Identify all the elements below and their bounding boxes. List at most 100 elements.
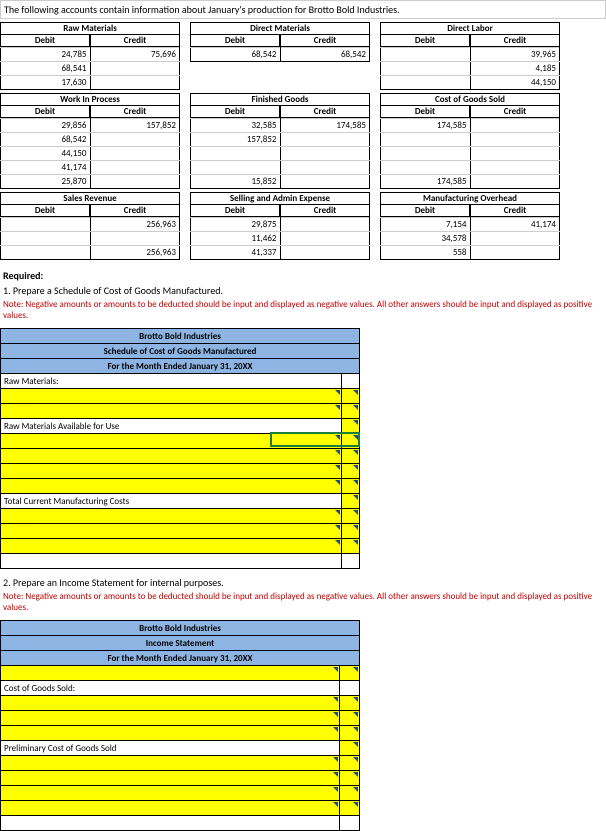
debit-cell[interactable] — [1, 232, 91, 246]
credit-cell[interactable] — [280, 147, 370, 161]
debit-cell[interactable]: 68,542 — [191, 48, 281, 62]
account-title: Direct Labor — [380, 22, 560, 34]
account-title: Work In Process — [0, 93, 180, 105]
credit-cell[interactable] — [470, 147, 560, 161]
debit-header: Debit — [190, 105, 280, 118]
sched-title: Schedule of Cost of Goods Manufactured — [1, 344, 360, 359]
debit-cell[interactable] — [381, 48, 471, 62]
debit-header: Debit — [380, 105, 470, 118]
account-title: Direct Materials — [190, 22, 370, 34]
req2-text: 2. Prepare an Income Statement for inter… — [0, 575, 606, 590]
credit-cell[interactable] — [280, 232, 370, 246]
debit-cell[interactable]: 34,578 — [381, 232, 471, 246]
credit-cell[interactable] — [470, 175, 560, 189]
debit-cell[interactable]: 11,462 — [191, 232, 281, 246]
account-title: Raw Materials — [0, 22, 180, 34]
credit-cell[interactable]: 157,852 — [90, 119, 180, 133]
debit-header: Debit — [0, 34, 90, 47]
debit-cell[interactable] — [191, 161, 281, 175]
credit-cell[interactable] — [90, 161, 180, 175]
req1-text: 1. Prepare a Schedule of Cost of Goods M… — [0, 283, 606, 298]
debit-cell[interactable]: 29,875 — [191, 218, 281, 232]
t-account: Cost of Goods Sold DebitCredit 174,58517… — [380, 93, 560, 189]
account-title: Sales Revenue — [0, 192, 180, 204]
credit-cell[interactable] — [280, 161, 370, 175]
debit-cell[interactable]: 32,585 — [191, 119, 281, 133]
credit-cell[interactable]: 256,963 — [90, 246, 180, 260]
credit-cell[interactable]: 41,174 — [470, 218, 560, 232]
account-title: Finished Goods — [190, 93, 370, 105]
debit-cell[interactable]: 17,630 — [1, 76, 91, 90]
schedule-table[interactable]: Brotto Bold Industries Schedule of Cost … — [0, 328, 360, 569]
credit-cell[interactable] — [90, 232, 180, 246]
t-account: Sales Revenue DebitCredit 256,963256,963 — [0, 192, 180, 260]
credit-cell[interactable] — [280, 175, 370, 189]
credit-cell[interactable] — [280, 133, 370, 147]
debit-cell[interactable]: 157,852 — [191, 133, 281, 147]
debit-header: Debit — [190, 204, 280, 217]
credit-header: Credit — [470, 105, 560, 118]
credit-cell[interactable] — [90, 62, 180, 76]
income-table[interactable]: Brotto Bold Industries Income Statement … — [0, 620, 360, 831]
debit-cell[interactable] — [1, 218, 91, 232]
t-account: Direct Labor DebitCredit 39,9654,18544,1… — [380, 22, 560, 90]
debit-cell[interactable]: 44,150 — [1, 147, 91, 161]
credit-cell[interactable] — [280, 246, 370, 260]
debit-cell[interactable] — [381, 76, 471, 90]
debit-cell[interactable]: 174,585 — [381, 175, 471, 189]
debit-cell[interactable] — [381, 133, 471, 147]
debit-header: Debit — [380, 34, 470, 47]
credit-header: Credit — [280, 34, 370, 47]
credit-cell[interactable] — [470, 232, 560, 246]
t-account: Finished Goods DebitCredit 32,585174,585… — [190, 93, 370, 189]
credit-cell[interactable]: 174,585 — [280, 119, 370, 133]
credit-cell[interactable] — [470, 119, 560, 133]
credit-cell[interactable] — [280, 218, 370, 232]
debit-cell[interactable] — [381, 147, 471, 161]
note1-text: Note: Negative amounts or amounts to be … — [0, 298, 606, 322]
debit-cell[interactable]: 41,337 — [191, 246, 281, 260]
credit-cell[interactable] — [90, 133, 180, 147]
debit-cell[interactable]: 15,852 — [191, 175, 281, 189]
debit-cell[interactable] — [1, 246, 91, 260]
credit-header: Credit — [280, 105, 370, 118]
debit-cell[interactable]: 29,856 — [1, 119, 91, 133]
credit-cell[interactable]: 75,696 — [90, 48, 180, 62]
debit-cell[interactable]: 24,785 — [1, 48, 91, 62]
credit-cell[interactable]: 39,965 — [470, 48, 560, 62]
required-heading: Required: — [0, 268, 606, 283]
credit-cell[interactable] — [470, 133, 560, 147]
sched-company: Brotto Bold Industries — [1, 329, 360, 344]
credit-cell[interactable] — [90, 76, 180, 90]
credit-cell[interactable]: 256,963 — [90, 218, 180, 232]
debit-cell[interactable]: 174,585 — [381, 119, 471, 133]
debit-cell[interactable]: 7,154 — [381, 218, 471, 232]
debit-cell[interactable]: 558 — [381, 246, 471, 260]
debit-cell[interactable]: 25,870 — [1, 175, 91, 189]
input-cell[interactable] — [1, 389, 342, 404]
credit-header: Credit — [470, 34, 560, 47]
credit-cell[interactable]: 4,185 — [470, 62, 560, 76]
credit-header: Credit — [90, 34, 180, 47]
sched-row-total: Total Current Manufacturing Costs — [1, 494, 342, 509]
debit-cell[interactable] — [381, 62, 471, 76]
credit-header: Credit — [90, 105, 180, 118]
credit-cell[interactable] — [470, 161, 560, 175]
credit-cell[interactable] — [470, 246, 560, 260]
debit-cell[interactable]: 41,174 — [1, 161, 91, 175]
t-account: Raw Materials DebitCredit 24,78575,69668… — [0, 22, 180, 90]
credit-cell[interactable] — [90, 175, 180, 189]
inc-title: Income Statement — [1, 636, 360, 651]
debit-cell[interactable]: 68,542 — [1, 133, 91, 147]
active-cell[interactable] — [270, 432, 360, 447]
debit-cell[interactable] — [381, 161, 471, 175]
inc-row-prelim: Preliminary Cost of Goods Sold — [1, 741, 340, 756]
credit-cell[interactable]: 68,542 — [280, 48, 370, 62]
t-account: Selling and Admin Expense DebitCredit 29… — [190, 192, 370, 260]
credit-cell[interactable] — [90, 147, 180, 161]
debit-cell[interactable]: 68,541 — [1, 62, 91, 76]
account-title: Selling and Admin Expense — [190, 192, 370, 204]
sched-row-rawmat: Raw Materials: — [1, 374, 342, 389]
debit-cell[interactable] — [191, 147, 281, 161]
credit-cell[interactable]: 44,150 — [470, 76, 560, 90]
